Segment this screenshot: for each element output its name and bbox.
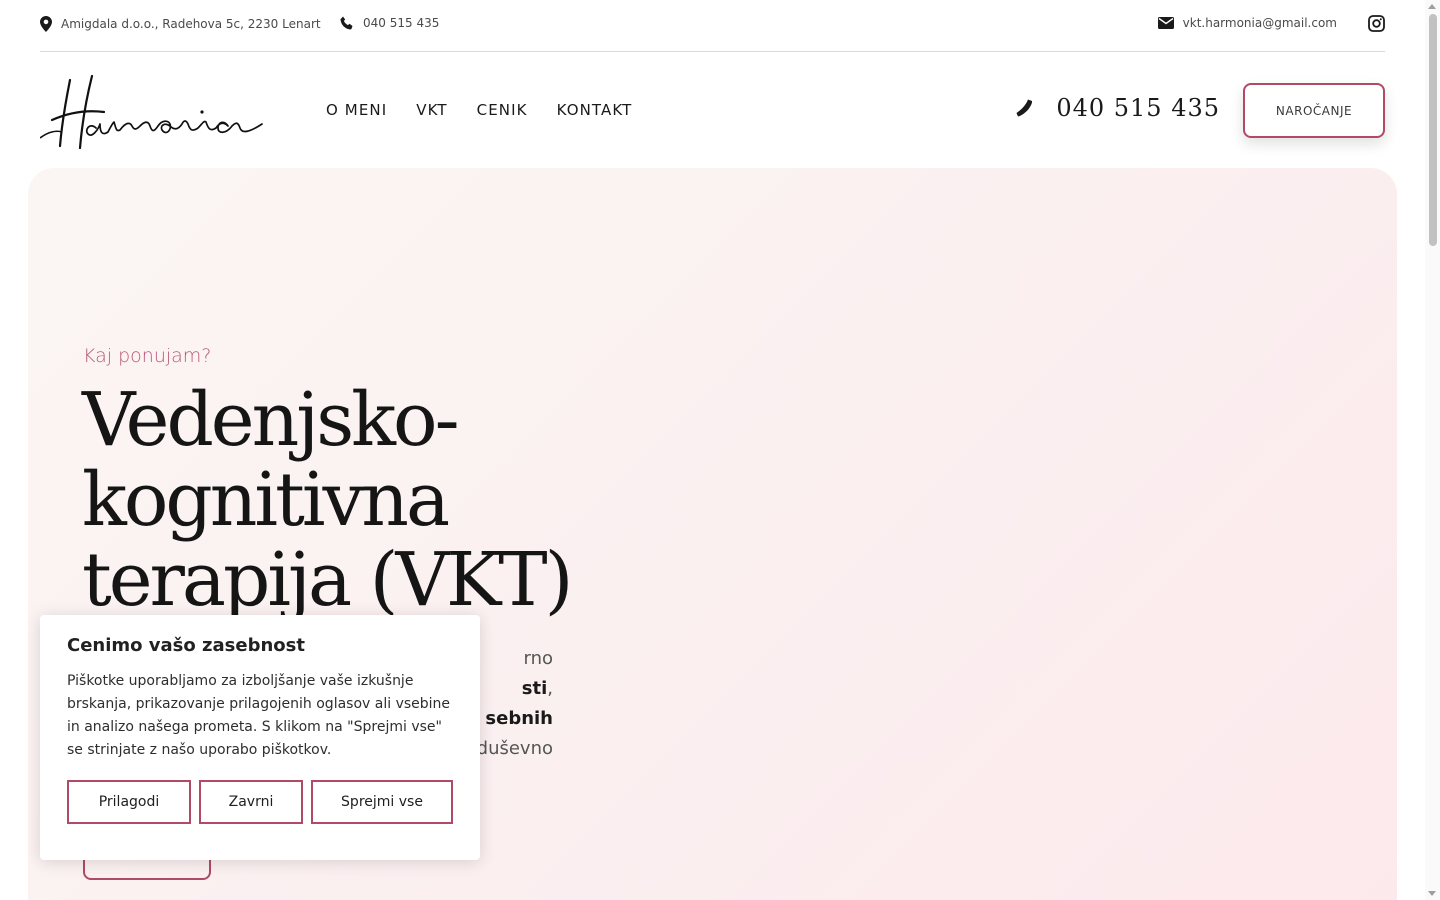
phone-handset-icon	[1016, 99, 1033, 117]
topbar-email[interactable]: vkt.harmonia@gmail.com	[1157, 16, 1337, 30]
harmonia-logo-icon	[39, 74, 263, 150]
nav-kontakt[interactable]: KONTAKT	[557, 101, 633, 119]
nav-o-meni[interactable]: O MENI	[326, 101, 387, 119]
instagram-link[interactable]	[1368, 15, 1385, 36]
cookie-title: Cenimo vašo zasebnost	[67, 635, 305, 656]
location-pin-icon	[40, 16, 52, 32]
hero-text-fragment-4: sebnih	[485, 708, 553, 729]
logo[interactable]	[39, 72, 265, 152]
topbar-phone[interactable]: 040 515 435	[340, 16, 439, 30]
cookie-body: Piškotke uporabljamo za izboljšanje vaše…	[67, 673, 451, 758]
scroll-up-arrow-icon[interactable]	[1428, 4, 1436, 9]
header-phone[interactable]: 040 515 435	[1016, 94, 1220, 122]
site-header: O MENI VKT CENIK KONTAKT 040 515 435 NAR…	[39, 70, 1385, 160]
scroll-down-arrow-icon[interactable]	[1428, 891, 1436, 896]
hero-text-fragment-5: duševno	[476, 738, 553, 759]
instagram-icon	[1368, 15, 1385, 32]
cookie-consent-dialog: Cenimo vašo zasebnost Piškotke uporablja…	[40, 615, 480, 860]
page-scrollbar[interactable]	[1425, 0, 1440, 900]
address-text: Amigdala d.o.o., Radehova 5c, 2230 Lenar…	[61, 17, 321, 31]
topbar-email-text: vkt.harmonia@gmail.com	[1182, 16, 1337, 30]
scrollbar-thumb[interactable]	[1429, 14, 1437, 246]
topbar-phone-text: 040 515 435	[363, 16, 440, 30]
cookie-buttons: Prilagodi Zavrni Sprejmi vse	[67, 780, 453, 824]
accept-all-button[interactable]: Sprejmi vse	[311, 780, 453, 824]
header-phone-number: 040 515 435	[1056, 94, 1220, 122]
envelope-icon	[1157, 17, 1174, 29]
address-info: Amigdala d.o.o., Radehova 5c, 2230 Lenar…	[40, 16, 321, 32]
hero-text-fragment-2: sti	[521, 678, 548, 699]
phone-icon	[340, 16, 353, 30]
top-info-bar: Amigdala d.o.o., Radehova 5c, 2230 Lenar…	[40, 0, 1385, 52]
hero-kicker: Kaj ponujam?	[83, 345, 212, 367]
main-nav: O MENI VKT CENIK KONTAKT	[326, 101, 632, 119]
hero-text-fragment-3: ,	[547, 678, 553, 699]
nav-vkt[interactable]: VKT	[416, 101, 447, 119]
reject-button[interactable]: Zavrni	[199, 780, 303, 824]
nav-cenik[interactable]: CENIK	[477, 101, 528, 119]
hero-text-fragment-1: rno	[523, 648, 553, 669]
hero-title: Vedenjsko-kognitivna terapija (VKT)	[82, 377, 573, 623]
customize-button[interactable]: Prilagodi	[67, 780, 191, 824]
booking-button[interactable]: NAROČANJE	[1243, 83, 1385, 138]
